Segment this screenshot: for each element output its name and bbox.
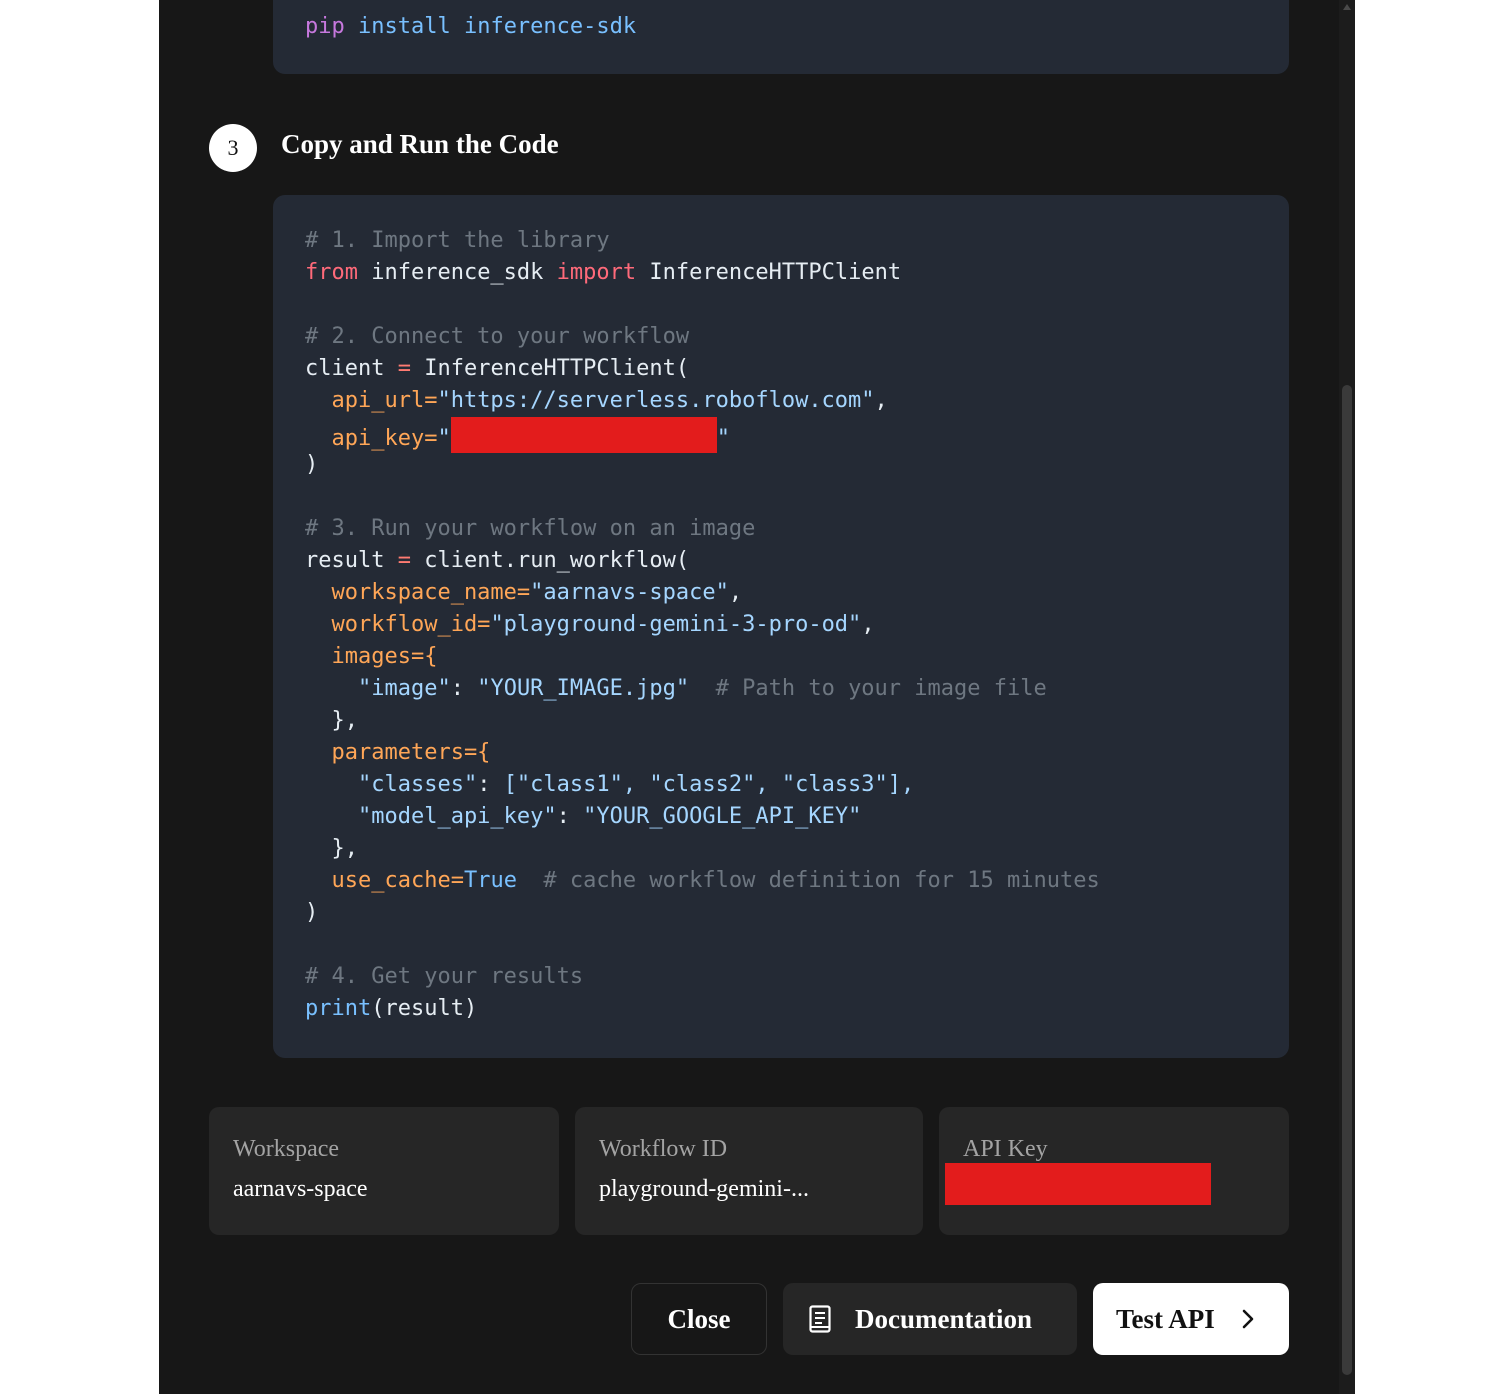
code-line: )	[305, 452, 319, 477]
workspace-card[interactable]: Workspace aarnavs-space	[209, 1107, 559, 1235]
code-line: api_key=" "	[305, 417, 1289, 453]
workspace-label: Workspace	[233, 1136, 340, 1162]
test-api-button[interactable]: Test API	[1093, 1283, 1289, 1355]
api-key-redaction	[450, 417, 717, 453]
code-comment: # 2. Connect to your workflow	[305, 324, 690, 349]
workspace-value: aarnavs-space	[233, 1176, 368, 1202]
document-icon	[809, 1305, 831, 1333]
code-line: images={	[305, 644, 438, 669]
workflow-id-value: playground-gemini-...	[599, 1176, 809, 1202]
code-line: "model_api_key": "YOUR_GOOGLE_API_KEY"	[305, 804, 862, 829]
documentation-button-label: Documentation	[855, 1303, 1032, 1334]
install-command-block[interactable]: pip install inference-sdk	[273, 0, 1289, 74]
code-line: workflow_id="playground-gemini-3-pro-od"…	[305, 612, 875, 637]
code-line: },	[305, 836, 358, 861]
test-api-button-label: Test API	[1116, 1303, 1215, 1334]
code-snippet[interactable]: # 1. Import the library from inference_sd…	[273, 195, 1289, 1058]
code-line: print(result)	[305, 996, 478, 1021]
step-number-badge: 3	[209, 124, 257, 172]
code-line: parameters={	[305, 740, 491, 765]
api-key-label: API Key	[963, 1136, 1048, 1162]
scrollbar-thumb[interactable]	[1342, 385, 1352, 1375]
scroll-up-arrow-icon[interactable]	[1343, 4, 1351, 10]
code-line: api_url="https://serverless.roboflow.com…	[305, 388, 888, 413]
chevron-right-icon	[1242, 1309, 1254, 1329]
code-comment: # 1. Import the library	[305, 228, 610, 253]
workflow-id-label: Workflow ID	[599, 1136, 728, 1162]
documentation-button[interactable]: Documentation	[783, 1283, 1077, 1355]
code-line: )	[305, 900, 319, 925]
code-line: "classes": ["class1", "class2", "class3"…	[305, 772, 915, 797]
code-line: client = InferenceHTTPClient(	[305, 356, 690, 381]
step-title: Copy and Run the Code	[281, 129, 559, 159]
code-line: },	[305, 708, 358, 733]
api-key-card[interactable]: API Key	[939, 1107, 1289, 1235]
code-line: from inference_sdk import InferenceHTTPC…	[305, 260, 902, 285]
close-button[interactable]: Close	[631, 1283, 767, 1355]
code-comment: # 3. Run your workflow on an image	[305, 516, 756, 541]
install-args: install inference-sdk	[344, 14, 637, 39]
code-line: "image": "YOUR_IMAGE.jpg" # Path to your…	[305, 676, 1047, 701]
code-line: use_cache=True # cache workflow definiti…	[305, 868, 1100, 893]
code-line: workspace_name="aarnavs-space",	[305, 580, 743, 605]
close-button-label: Close	[667, 1303, 731, 1334]
code-comment: # 4. Get your results	[305, 964, 584, 989]
code-line: result = client.run_workflow(	[305, 548, 690, 573]
install-command: pip	[305, 14, 345, 39]
workflow-id-card[interactable]: Workflow ID playground-gemini-...	[575, 1107, 923, 1235]
api-key-value-redaction	[945, 1163, 1211, 1205]
